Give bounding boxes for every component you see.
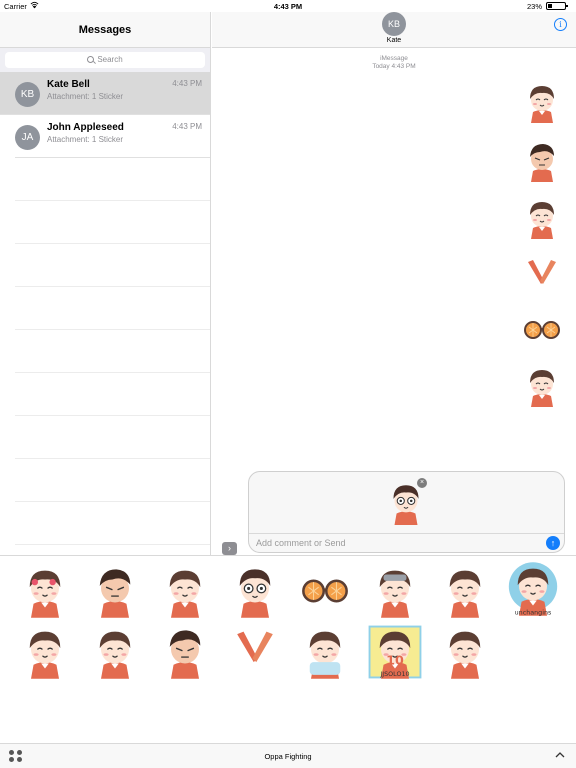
sticker-boy-shy[interactable] [157,563,213,619]
battery-percent: 23% [526,2,542,11]
sticker-boy-laugh[interactable] [87,624,143,680]
arrow-up-icon[interactable]: ↑ [546,536,560,550]
conversation-header: KB Kate i [212,12,576,48]
sticker-boy-happy[interactable] [520,196,564,240]
sticker-boy-sleepy[interactable] [87,563,143,619]
info-icon[interactable]: i [554,18,567,31]
list-divider [15,158,210,201]
sticker-headband[interactable] [520,254,564,298]
sticker-caption: unchangins [515,609,552,616]
attachment-preview: × [249,472,564,534]
status-bar: Carrier 4:43 PM 23% [0,0,576,12]
avatar: JA [15,125,40,150]
conversation-row-john-appleseed[interactable]: JA John Appleseed Attachment: 1 Sticker … [15,115,210,158]
sticker-jjsolo10[interactable]: 10 JJSOLO10 [367,624,423,680]
avatar: KB [15,82,40,107]
sticker-boy-wink[interactable] [520,364,564,408]
search-bar: Search [0,48,210,72]
comment-input[interactable]: Add comment or Send [256,538,346,548]
contact-name: John Appleseed [47,122,124,133]
sticker-boy-pillow[interactable] [297,624,353,680]
message-time: 4:43 PM [172,122,202,131]
sticker-boy-smiling[interactable] [520,80,564,124]
service-name: iMessage [380,55,408,62]
message-preview: Attachment: 1 Sticker [47,135,124,144]
conversation-list-pane: Messages Search KB Kate Bell Attachment:… [0,12,211,555]
sticker-badge: 10 [386,653,404,668]
message-preview: Attachment: 1 Sticker [47,92,124,101]
sticker-glasses[interactable] [520,308,564,352]
sticker-caption: JJSOLO10 [379,671,409,678]
sticker-boy-hearts[interactable] [17,563,73,619]
list-divider [15,373,210,416]
conversation-pane: KB Kate i iMessage Today 4:43 PM › × Add… [212,12,576,555]
battery-icon [546,2,568,10]
search-input[interactable]: Search [5,52,205,68]
list-divider [15,502,210,545]
compose-box: × Add comment or Send ↑ [248,471,565,553]
sticker-drawer: unchangins 10 JJSOLO10 [0,555,576,743]
search-icon [87,56,95,63]
message-time: 4:43 PM [172,79,202,88]
conversation-row-kate-bell[interactable]: KB Kate Bell Attachment: 1 Sticker 4:43 … [0,72,210,115]
app-drawer-bar: Oppa Fighting [0,743,576,768]
sticker-headband[interactable] [227,624,283,680]
sticker-boy-angry[interactable] [157,624,213,680]
sticker-unchanging[interactable]: unchangins [505,561,561,617]
sticker-app-name: Oppa Fighting [264,752,312,761]
chevron-up-icon[interactable] [555,750,565,760]
messages-title: Messages [0,12,210,48]
list-divider [15,287,210,330]
close-icon[interactable]: × [417,478,427,488]
sticker-boy-shocked[interactable] [227,563,283,619]
sticker-boy-content[interactable] [17,624,73,680]
search-placeholder: Search [97,55,123,64]
list-divider [15,330,210,373]
conversation-timestamp: Today 4:43 PM [372,63,416,70]
contact-name[interactable]: Kate [212,37,576,44]
chevron-right-icon[interactable]: › [222,542,237,555]
sticker-boy-proud[interactable] [437,624,493,680]
service-label: iMessage Today 4:43 PM [212,55,576,71]
clock: 4:43 PM [273,2,303,11]
sticker-boy-tough[interactable] [520,139,564,183]
list-divider [15,201,210,244]
list-divider [15,416,210,459]
list-divider [15,244,210,287]
contact-name: Kate Bell [47,79,90,90]
sticker-boy-cheer[interactable] [437,563,493,619]
list-divider [15,459,210,502]
sticker-glasses[interactable] [297,563,353,619]
sticker-boy-mask[interactable] [367,563,423,619]
contact-avatar[interactable]: KB [382,12,406,36]
